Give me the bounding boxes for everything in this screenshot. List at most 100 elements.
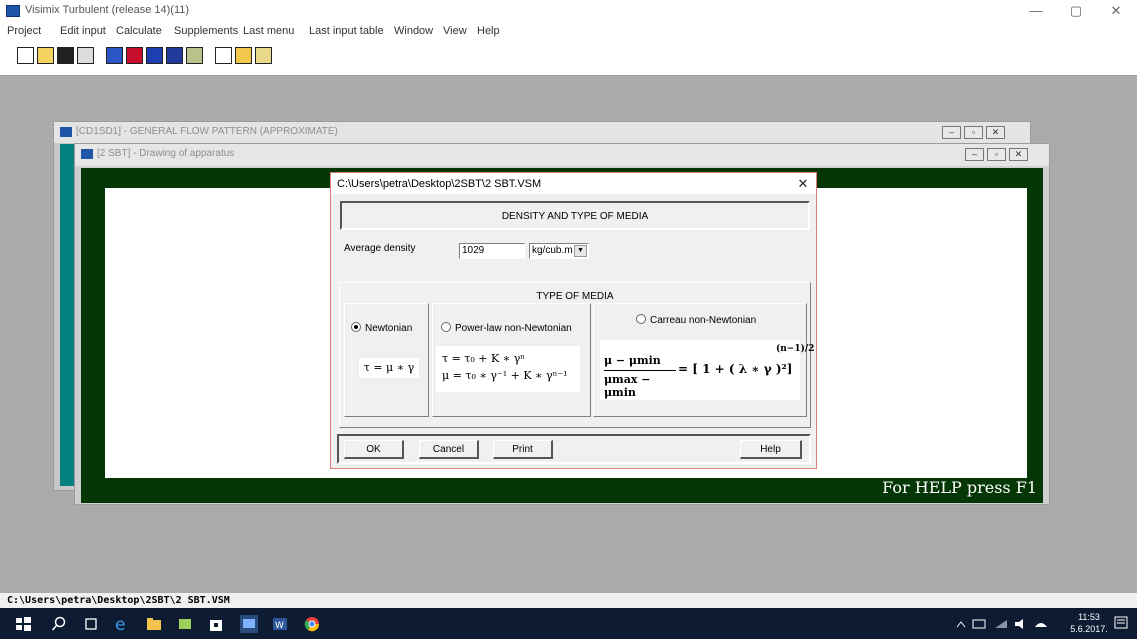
window-icon	[60, 127, 72, 137]
newtonian-formula: τ = μ ∗ γ	[359, 358, 419, 378]
menu-calculate[interactable]: Calculate	[116, 25, 162, 37]
visimix-taskbar-icon[interactable]	[240, 615, 258, 633]
carreau-formula: μ − μmin μmax − μmin = [ 1 + ( λ ∗ γ )²]…	[600, 340, 814, 400]
media-type-title: TYPE OF MEDIA	[536, 291, 614, 302]
maximize-icon[interactable]: ▫	[987, 148, 1006, 161]
close-icon[interactable]: ✕	[1009, 148, 1028, 161]
task-view-icon[interactable]	[82, 615, 100, 633]
dialog-button-bar: OK Cancel Print Help	[337, 434, 811, 464]
svg-text:W: W	[275, 621, 284, 631]
window-icon	[81, 149, 93, 159]
radio-power-law[interactable]: Power-law non-Newtonian	[441, 322, 572, 334]
menu-last-menu[interactable]: Last menu	[243, 25, 294, 37]
radio-unselected-icon	[441, 322, 451, 332]
help-button[interactable]: Help	[740, 440, 802, 459]
menu-supplements[interactable]: Supplements	[174, 25, 238, 37]
maximize-icon[interactable]: ▫	[964, 126, 983, 139]
menu-last-input-table[interactable]: Last input table	[309, 25, 384, 37]
density-label: Average density	[344, 243, 416, 254]
dialog-title: C:\Users\petra\Desktop\2SBT\2 SBT.VSM	[337, 178, 542, 190]
menu-project[interactable]: Project	[7, 25, 41, 37]
window-title: [CD1SD1] - GENERAL FLOW PATTERN (APPROXI…	[76, 126, 338, 137]
clock-time: 11:53	[1078, 612, 1100, 622]
report-icon[interactable]	[255, 47, 272, 64]
minimize-icon[interactable]: ‒	[965, 148, 984, 161]
close-button[interactable]: ✕	[1096, 2, 1136, 20]
save-icon[interactable]	[57, 47, 74, 64]
carreau-numerator: μ − μmin	[604, 354, 661, 367]
density-input[interactable]: 1029	[459, 243, 525, 259]
baffle-icon[interactable]	[126, 47, 143, 64]
search-icon[interactable]	[50, 615, 68, 633]
close-icon[interactable]: ✕	[986, 126, 1005, 139]
svg-text:e: e	[115, 615, 125, 633]
store-icon[interactable]	[207, 615, 225, 633]
power-law-panel: Power-law non-Newtonian τ = τ₀ + K ∗ γⁿ …	[432, 303, 591, 417]
carreau-exponent: (n−1)/2	[776, 344, 815, 354]
app-title: Visimix Turbulent (release 14)(11)	[25, 4, 190, 16]
radio-selected-icon	[351, 322, 361, 332]
app-titlebar: Visimix Turbulent (release 14)(11) — ▢ ✕	[0, 0, 1137, 22]
minimize-button[interactable]: —	[1016, 2, 1056, 20]
taskbar: e W	[0, 608, 1137, 639]
chevron-down-icon[interactable]: ▼	[574, 245, 587, 257]
power-law-formula: τ = τ₀ + K ∗ γⁿ μ = τ₀ ∗ γ⁻¹ + K ∗ γⁿ⁻¹	[436, 346, 580, 392]
density-dialog: C:\Users\petra\Desktop\2SBT\2 SBT.VSM ✕ …	[330, 172, 817, 469]
dialog-header: DENSITY AND TYPE OF MEDIA	[340, 201, 810, 230]
app-green-icon[interactable]	[176, 615, 194, 633]
media-type-group: TYPE OF MEDIA Newtonian τ = μ ∗ γ Power-…	[339, 282, 814, 428]
start-icon[interactable]	[14, 615, 32, 633]
open-folder-icon[interactable]	[37, 47, 54, 64]
notifications-icon[interactable]	[1112, 614, 1130, 632]
tray-clock[interactable]: 11:53 5.6.2017.	[1069, 611, 1109, 635]
menu-view[interactable]: View	[443, 25, 467, 37]
table-icon[interactable]	[186, 47, 203, 64]
menu-window[interactable]: Window	[394, 25, 433, 37]
calc-icon[interactable]	[215, 47, 232, 64]
ok-button[interactable]: OK	[344, 440, 404, 459]
radio-newtonian[interactable]: Newtonian	[351, 322, 412, 334]
dialog-titlebar: C:\Users\petra\Desktop\2SBT\2 SBT.VSM ✕	[331, 173, 816, 194]
impeller-icon[interactable]	[146, 47, 163, 64]
menu-help[interactable]: Help	[477, 25, 500, 37]
restore-button[interactable]: ▢	[1056, 2, 1096, 20]
shaft-icon[interactable]	[166, 47, 183, 64]
new-file-icon[interactable]	[17, 47, 34, 64]
minimize-icon[interactable]: ‒	[942, 126, 961, 139]
status-path: C:\Users\petra\Desktop\2SBT\2 SBT.VSM	[7, 595, 230, 606]
print-icon[interactable]	[77, 47, 94, 64]
newtonian-panel: Newtonian τ = μ ∗ γ	[344, 303, 429, 417]
menu-edit-input[interactable]: Edit input	[60, 25, 106, 37]
radio-carreau-label: Carreau non-Newtonian	[650, 315, 757, 326]
file-explorer-icon[interactable]	[145, 615, 163, 633]
carreau-rhs: = [ 1 + ( λ ∗ γ )²]	[678, 362, 793, 376]
carreau-panel: Carreau non-Newtonian μ − μmin μmax − μm…	[593, 303, 814, 417]
window-title: [2 SBT] - Drawing of apparatus	[97, 148, 235, 159]
close-icon[interactable]: ✕	[794, 175, 812, 192]
power-law-formula-line1: τ = τ₀ + K ∗ γⁿ	[442, 352, 526, 365]
help-hint: For HELP press F1	[882, 478, 1037, 497]
radio-unselected-icon	[636, 314, 646, 324]
chrome-icon[interactable]	[303, 615, 321, 633]
edge-icon[interactable]: e	[113, 615, 131, 635]
density-unit-value: kg/cub.m	[532, 245, 573, 256]
dialog-header-text: DENSITY AND TYPE OF MEDIA	[501, 211, 649, 222]
system-tray[interactable]	[955, 617, 1055, 631]
radio-newtonian-label: Newtonian	[365, 323, 413, 334]
status-bar: C:\Users\petra\Desktop\2SBT\2 SBT.VSM	[0, 593, 1137, 608]
density-unit-select[interactable]: kg/cub.m ▼	[529, 243, 589, 259]
app-icon	[6, 5, 20, 17]
flow-pattern-titlebar: [CD1SD1] - GENERAL FLOW PATTERN (APPROXI…	[54, 122, 1030, 143]
power-law-formula-line2: μ = τ₀ ∗ γ⁻¹ + K ∗ γⁿ⁻¹	[442, 369, 568, 382]
export-icon[interactable]	[235, 47, 252, 64]
fraction-bar	[604, 370, 676, 371]
word-icon[interactable]: W	[271, 615, 289, 633]
toolbar	[0, 39, 1137, 76]
cancel-button[interactable]: Cancel	[419, 440, 479, 459]
print-button[interactable]: Print	[493, 440, 553, 459]
radio-carreau[interactable]: Carreau non-Newtonian	[636, 314, 756, 326]
menu-bar: Project Edit input Calculate Supplements…	[0, 22, 1137, 39]
vessel-icon[interactable]	[106, 47, 123, 64]
radio-power-law-label: Power-law non-Newtonian	[455, 323, 572, 334]
clock-date: 5.6.2017.	[1070, 624, 1108, 634]
